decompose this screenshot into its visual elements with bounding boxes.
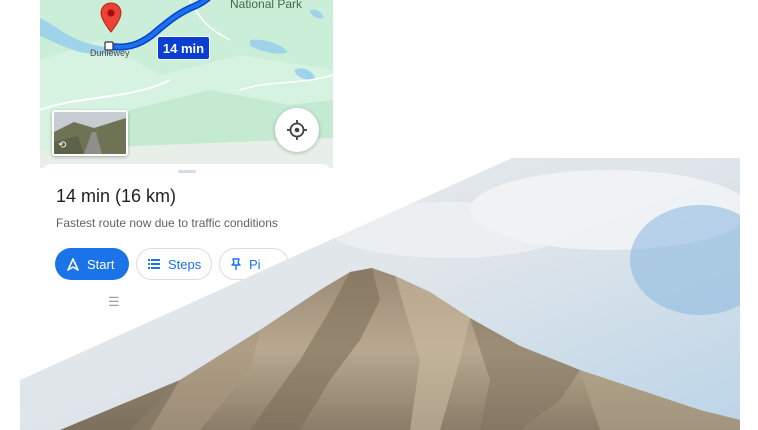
pin-button-label: Pi <box>249 256 261 272</box>
locate-me-button[interactable] <box>275 108 319 152</box>
hamburger-icon[interactable]: ☰ <box>108 295 120 308</box>
list-icon <box>148 259 160 269</box>
steps-button-label: Steps <box>168 256 202 272</box>
start-button[interactable]: Start <box>55 248 129 280</box>
screenshot-stage: National Park Dunlewey 14 min ⟲ 14 min (… <box>0 0 758 430</box>
crosshair-locate-icon <box>287 120 307 140</box>
trip-duration-distance: 14 min (16 km) <box>56 186 177 206</box>
map-label-national-park: National Park <box>230 0 303 11</box>
route-description: Fastest route now due to traffic conditi… <box>56 216 278 230</box>
map-label-town: Dunlewey <box>90 48 130 58</box>
pushpin-icon <box>231 257 241 271</box>
route-time-chip[interactable]: 14 min <box>157 36 210 60</box>
drag-handle[interactable] <box>178 170 196 173</box>
street-view-thumbnail[interactable]: ⟲ <box>52 110 128 156</box>
map-view[interactable]: National Park Dunlewey 14 min ⟲ <box>40 0 333 168</box>
red-map-pin-icon[interactable] <box>100 2 122 34</box>
directions-bottom-sheet: 14 min (16 km) Fastest route now due to … <box>40 164 333 324</box>
steps-button[interactable]: Steps <box>136 248 212 280</box>
navigation-arrow-icon <box>67 257 79 271</box>
pin-button[interactable]: Pi <box>219 248 289 280</box>
start-button-label: Start <box>87 256 115 272</box>
rotate-360-icon: ⟲ <box>58 140 67 151</box>
